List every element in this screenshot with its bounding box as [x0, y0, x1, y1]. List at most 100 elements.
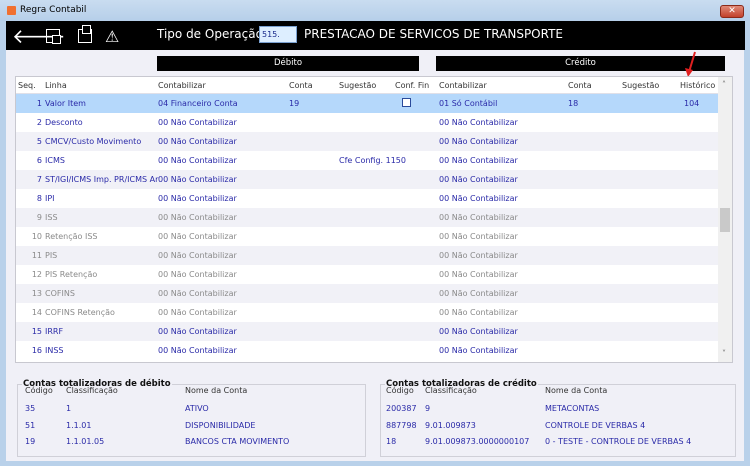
cell-seq: 1 — [36, 99, 42, 108]
cell-seq: 5 — [36, 137, 42, 146]
cell-credit-contabilizar: 00 Não Contabilizar — [439, 232, 518, 241]
cell-seq: 10 — [31, 232, 42, 241]
operation-description: PRESTACAO DE SERVICOS DE TRANSPORTE — [304, 27, 564, 41]
cell-seq: 16 — [31, 346, 42, 355]
credit-totals-group: Contas totalizadoras de crédito Código Cl… — [380, 379, 736, 457]
cell-seq: 14 — [31, 308, 42, 317]
cell-debit-contabilizar: 00 Não Contabilizar — [158, 213, 237, 222]
cell-credit-contabilizar: 00 Não Contabilizar — [439, 327, 518, 336]
cell-linha: PIS Retenção — [45, 270, 98, 279]
cell-debit-contabilizar: 00 Não Contabilizar — [158, 232, 237, 241]
cell-linha: COFINS — [45, 289, 75, 298]
table-row[interactable]: 2 Desconto 00 Não Contabilizar 00 Não Conta… — [16, 113, 718, 132]
cell-seq: 13 — [31, 289, 42, 298]
totals-cell: BANCOS CTA MOVIMENTO — [185, 437, 290, 446]
operation-code-input[interactable]: 515. — [259, 26, 297, 43]
totals-cell: 1.1.01 — [66, 420, 92, 430]
totals-header: Nome da Conta — [545, 386, 608, 395]
cell-linha: PIS — [45, 251, 58, 260]
cell-linha: ICMS — [45, 156, 65, 165]
cell-debit-sugestao: Cfe Config. 1150 — [339, 156, 406, 165]
totals-header: Classificação — [66, 386, 118, 395]
cell-linha: COFINS Retenção — [45, 308, 115, 317]
table-row[interactable]: 9 ISS 00 Não Contabilizar 00 Não Contabiliz… — [16, 208, 718, 227]
grid-header: Seq. Linha Contabilizar Conta Sugestão C… — [16, 77, 718, 94]
cell-linha: IRRF — [45, 327, 64, 336]
export-icon[interactable] — [78, 25, 92, 43]
table-row[interactable]: 6 ICMS 00 Não Contabilizar Cfe Config. 1150… — [16, 151, 718, 170]
totals-cell: DISPONIBILIDADE — [185, 420, 256, 430]
scrollbar-thumb[interactable] — [720, 208, 730, 232]
import-icon[interactable] — [46, 29, 61, 44]
cell-debit-contabilizar: 04 Financeiro Conta — [158, 99, 238, 108]
cell-seq: 6 — [36, 156, 42, 165]
cell-debit-contabilizar: 00 Não Contabilizar — [158, 118, 237, 127]
totals-cell: 1.1.01.05 — [66, 437, 105, 446]
totals-cell: 200387 — [386, 404, 417, 413]
totals-header: Código — [25, 386, 53, 395]
totals-cell: 19 — [25, 437, 36, 446]
table-row[interactable]: 13 COFINS 00 Não Contabilizar 00 Não Contab… — [16, 284, 718, 303]
totals-cell: 18 — [386, 437, 397, 446]
totals-cell: 0 - TESTE - CONTROLE DE VERBAS 4 — [545, 437, 692, 446]
cell-debit-contabilizar: 00 Não Contabilizar — [158, 194, 237, 203]
cell-seq: 8 — [36, 194, 42, 203]
conf-fin-checkbox[interactable] — [402, 98, 411, 107]
vertical-scrollbar[interactable]: ˄ ˅ — [718, 77, 732, 362]
col-seq[interactable]: Seq. — [18, 81, 36, 90]
table-row[interactable]: 16 INSS 00 Não Contabilizar 00 Não Contabil… — [16, 341, 718, 360]
col-debit-conta[interactable]: Conta — [289, 81, 313, 90]
table-row[interactable]: 8 IPI 00 Não Contabilizar 00 Não Contabiliz… — [16, 189, 718, 208]
window-title: Regra Contabil — [20, 5, 87, 15]
cell-linha: INSS — [45, 346, 64, 355]
table-row[interactable]: 7 ST/IGI/ICMS Imp. PR/ICMS Ar 00 Não Conta… — [16, 170, 718, 189]
totals-cell: 9.01.009873 — [425, 420, 476, 430]
title-bar — [0, 0, 750, 21]
cell-seq: 2 — [36, 118, 42, 127]
cell-historico: 104 — [684, 99, 700, 108]
operation-type-label: Tipo de Operação — [157, 27, 263, 41]
cell-credit-contabilizar: 00 Não Contabilizar — [439, 137, 518, 146]
cell-debit-contabilizar: 00 Não Contabilizar — [158, 156, 237, 165]
totals-cell: 35 — [25, 404, 36, 413]
scroll-down-icon[interactable]: ˅ — [722, 349, 726, 358]
cell-credit-contabilizar: 00 Não Contabilizar — [439, 270, 518, 279]
cell-linha: Valor Item — [45, 99, 86, 108]
totals-cell: 887798 — [386, 420, 417, 430]
table-row[interactable]: 10 Retenção ISS 00 Não Contabilizar 00 Não … — [16, 227, 718, 246]
cell-credit-contabilizar: 00 Não Contabilizar — [439, 118, 518, 127]
table-row[interactable]: 14 COFINS Retenção 00 Não Contabilizar 00 N… — [16, 303, 718, 322]
table-row[interactable]: 12 PIS Retenção 00 Não Contabilizar 00 Não … — [16, 265, 718, 284]
col-credit-sugestao[interactable]: Sugestão — [622, 81, 659, 90]
col-debit-contabilizar[interactable]: Contabilizar — [158, 81, 206, 90]
cell-credit-contabilizar: 00 Não Contabilizar — [439, 289, 518, 298]
cell-linha: ISS — [45, 213, 58, 222]
cell-debit-contabilizar: 00 Não Contabilizar — [158, 327, 237, 336]
table-row[interactable]: 1 Valor Item 04 Financeiro Conta 19 01 Só Co… — [16, 94, 718, 113]
table-row[interactable]: 11 PIS 00 Não Contabilizar 00 Não Contabili… — [16, 246, 718, 265]
totals-cell: METACONTAS — [545, 404, 600, 413]
col-linha[interactable]: Linha — [45, 81, 67, 90]
cell-debit-contabilizar: 00 Não Contabilizar — [158, 346, 237, 355]
col-historico[interactable]: Histórico — [680, 81, 715, 90]
cell-debit-contabilizar: 00 Não Contabilizar — [158, 175, 237, 184]
cell-credit-contabilizar: 00 Não Contabilizar — [439, 346, 518, 355]
debit-section-header: Débito — [157, 56, 419, 71]
col-conf-fin[interactable]: Conf. Fin — [395, 81, 429, 90]
totals-cell: 1 — [66, 404, 72, 413]
cell-linha: ST/IGI/ICMS Imp. PR/ICMS Ar — [45, 175, 159, 184]
close-button[interactable]: ✕ — [720, 5, 744, 18]
col-credit-conta[interactable]: Conta — [568, 81, 592, 90]
totals-header: Nome da Conta — [185, 386, 248, 395]
col-debit-sugestao[interactable]: Sugestão — [339, 81, 376, 90]
cell-seq: 12 — [31, 270, 42, 279]
col-credit-contabilizar[interactable]: Contabilizar — [439, 81, 487, 90]
table-row[interactable]: 5 CMCV/Custo Movimento 00 Não Contabilizar… — [16, 132, 718, 151]
cell-debit-conta: 19 — [289, 99, 300, 108]
cell-seq: 15 — [31, 327, 42, 336]
cell-credit-contabilizar: 00 Não Contabilizar — [439, 156, 518, 165]
scroll-up-icon[interactable]: ˄ — [722, 80, 726, 89]
warning-icon[interactable]: ⚠ — [105, 27, 119, 47]
table-row[interactable]: 15 IRRF 00 Não Contabilizar 00 Não Contabil… — [16, 322, 718, 341]
totals-header: Código — [386, 386, 414, 395]
